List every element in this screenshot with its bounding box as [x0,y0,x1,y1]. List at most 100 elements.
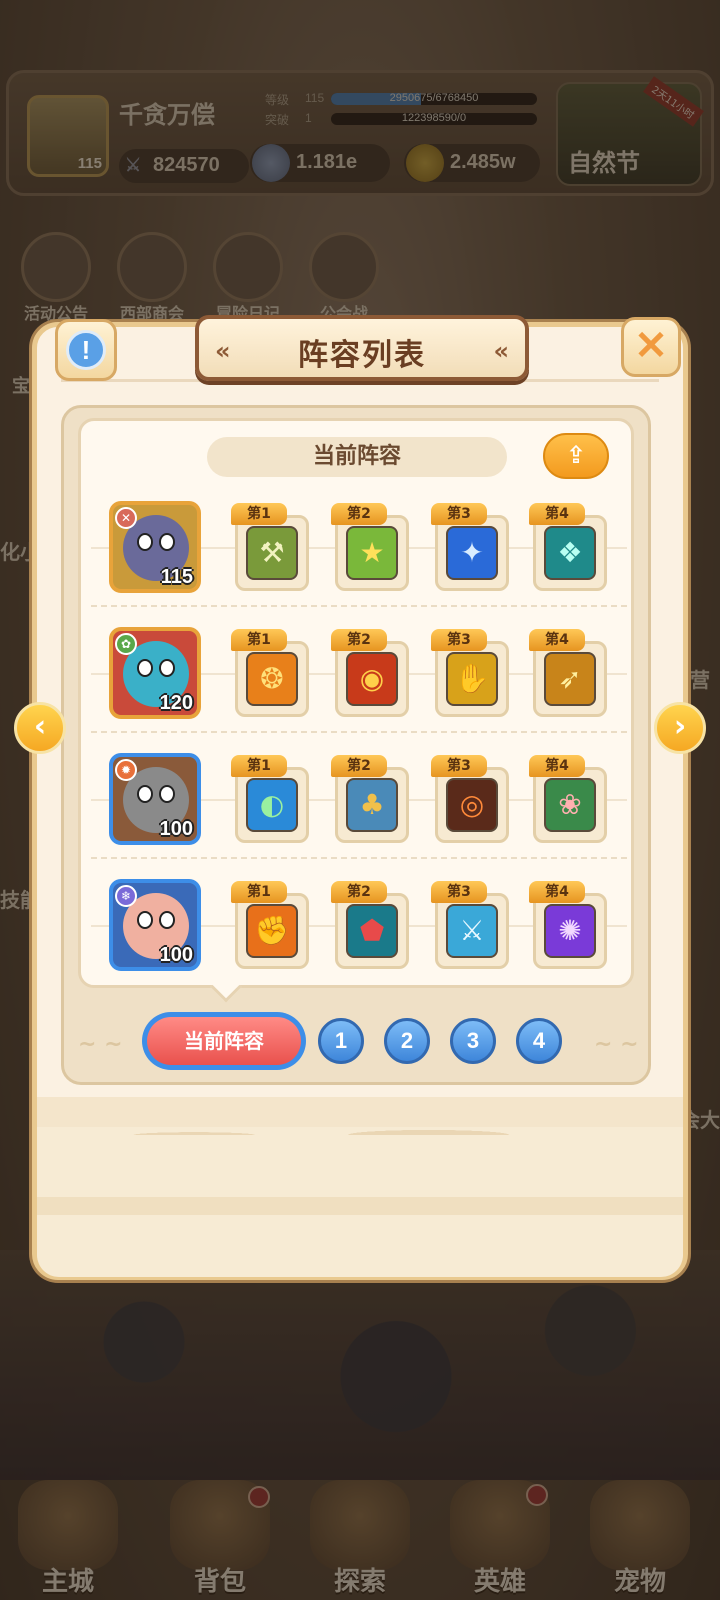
skill-order-tag: 第1 [231,503,287,525]
element-badge-icon: ✹ [115,759,137,781]
skill-order-tag: 第1 [231,629,287,651]
skill-slot-1[interactable]: ⚒ 第1 [231,503,309,595]
skill-slot-2[interactable]: ◉ 第2 [331,629,409,721]
eye-icon [159,911,175,929]
skill-frame: ⬟ [335,893,409,969]
hero-row: ✹ 100 ◐ 第1 ♣ 第2 ◎ 第3 ❀ 第4 [81,739,637,859]
skill-order-tag: 第1 [231,755,287,777]
skill-order-tag: 第3 [431,503,487,525]
skill-icon: ⬟ [346,904,398,958]
skill-icon: ✋ [446,652,498,706]
skill-frame: ◎ [435,767,509,843]
skill-order-tag: 第4 [529,503,585,525]
skill-frame: ❖ [533,515,607,591]
swirl-right-icon: « [493,337,509,365]
element-badge-icon: ✕ [115,507,137,529]
title-plate: « 阵容列表 « [195,315,529,381]
skill-frame: ♣ [335,767,409,843]
eye-icon [137,785,153,803]
skill-icon: ❖ [544,526,596,580]
hills-decoration [77,1113,663,1135]
eye-icon [159,659,175,677]
hero-level: 100 [159,944,193,966]
skill-frame: ◐ [235,767,309,843]
hero-portrait[interactable]: ✕ 115 [109,501,201,593]
skill-icon: ✦ [446,526,498,580]
exclamation-icon: ! [66,330,106,370]
skill-order-tag: 第4 [529,881,585,903]
row-separator [91,605,627,607]
hero-portrait[interactable]: ✹ 100 [109,753,201,845]
eye-icon [137,911,153,929]
hero-portrait[interactable]: ❄ 100 [109,879,201,971]
skill-slot-2[interactable]: ★ 第2 [331,503,409,595]
tab-lineup-2[interactable]: 2 [384,1018,430,1064]
tab-label: 当前阵容 [147,1017,301,1065]
eye-icon [159,533,175,551]
skill-slot-2[interactable]: ⬟ 第2 [331,881,409,973]
skill-icon: ♣ [346,778,398,832]
hero-portrait[interactable]: ✿ 120 [109,627,201,719]
hero-row: ✿ 120 ❂ 第1 ◉ 第2 ✋ 第3 ➶ 第4 [81,613,637,733]
skill-icon: ➶ [544,652,596,706]
skill-frame: ✺ [533,893,607,969]
skill-slot-3[interactable]: ✦ 第3 [431,503,509,595]
skill-order-tag: 第3 [431,629,487,651]
swirl-deco-icon: ~ ~ [594,1032,639,1057]
close-button[interactable]: ✕ [621,317,681,377]
skill-slot-1[interactable]: ✊ 第1 [231,881,309,973]
skill-slot-3[interactable]: ◎ 第3 [431,755,509,847]
skill-frame: ✊ [235,893,309,969]
row-separator [91,731,627,733]
skill-order-tag: 第4 [529,755,585,777]
next-page-arrow[interactable]: › [654,702,706,754]
skill-slot-1[interactable]: ❂ 第1 [231,629,309,721]
tab-current-lineup[interactable]: 当前阵容 [142,1012,306,1070]
skill-order-tag: 第1 [231,881,287,903]
element-badge-icon: ❄ [115,885,137,907]
skill-order-tag: 第2 [331,503,387,525]
tab-lineup-4[interactable]: 4 [516,1018,562,1064]
eye-icon [137,659,153,677]
skill-slot-4[interactable]: ❀ 第4 [529,755,607,847]
tab-lineup-1[interactable]: 1 [318,1018,364,1064]
skill-icon: ✺ [544,904,596,958]
skill-slot-4[interactable]: ✺ 第4 [529,881,607,973]
share-button[interactable]: ⇪ [543,433,609,479]
skill-slot-3[interactable]: ⚔ 第3 [431,881,509,973]
dialog-title: 阵容列表 [298,338,426,373]
decorative-ground [37,1097,683,1277]
skill-frame: ★ [335,515,409,591]
element-badge-icon: ✿ [115,633,137,655]
skill-slot-3[interactable]: ✋ 第3 [431,629,509,721]
info-button[interactable]: ! [55,319,117,381]
eye-icon [159,785,175,803]
skill-slot-2[interactable]: ♣ 第2 [331,755,409,847]
prev-page-arrow[interactable]: ‹ [14,702,66,754]
hero-row: ❄ 100 ✊ 第1 ⬟ 第2 ⚔ 第3 ✺ 第4 [81,865,637,985]
swirl-deco-icon: ~ ~ [78,1032,123,1057]
skill-slot-1[interactable]: ◐ 第1 [231,755,309,847]
skill-icon: ⚒ [246,526,298,580]
skill-icon: ◐ [246,778,298,832]
skill-frame: ⚒ [235,515,309,591]
skill-order-tag: 第2 [331,629,387,651]
hero-level: 100 [159,818,193,840]
skill-frame: ◉ [335,641,409,717]
skill-icon: ❀ [544,778,596,832]
skill-slot-4[interactable]: ❖ 第4 [529,503,607,595]
current-lineup-header: 当前阵容 [207,437,507,477]
skill-slot-4[interactable]: ➶ 第4 [529,629,607,721]
lineup-tabs: ~ ~ 当前阵容 1 2 3 4 ~ ~ [64,1012,654,1072]
tab-lineup-3[interactable]: 3 [450,1018,496,1064]
skill-order-tag: 第2 [331,881,387,903]
lineup-list-dialog: ! « 阵容列表 « ✕ 当前阵容 ⇪ ✕ 115 ⚒ 第1 ★ 第2 ✦ 第3 ❖ 第4 ✿ 120… [32,315,688,1280]
skill-icon: ✊ [246,904,298,958]
skill-frame: ❂ [235,641,309,717]
hero-level: 120 [159,692,193,714]
lineup-card: 当前阵容 ⇪ ✕ 115 ⚒ 第1 ★ 第2 ✦ 第3 ❖ 第4 ✿ 120 ❂ 第1 ◉ 第2 ✋ 第3 ➶ 第4 ✹… [78,418,637,1003]
hero-row: ✕ 115 ⚒ 第1 ★ 第2 ✦ 第3 ❖ 第4 [81,487,637,607]
skill-order-tag: 第3 [431,881,487,903]
skill-icon: ⚔ [446,904,498,958]
skill-frame: ⚔ [435,893,509,969]
